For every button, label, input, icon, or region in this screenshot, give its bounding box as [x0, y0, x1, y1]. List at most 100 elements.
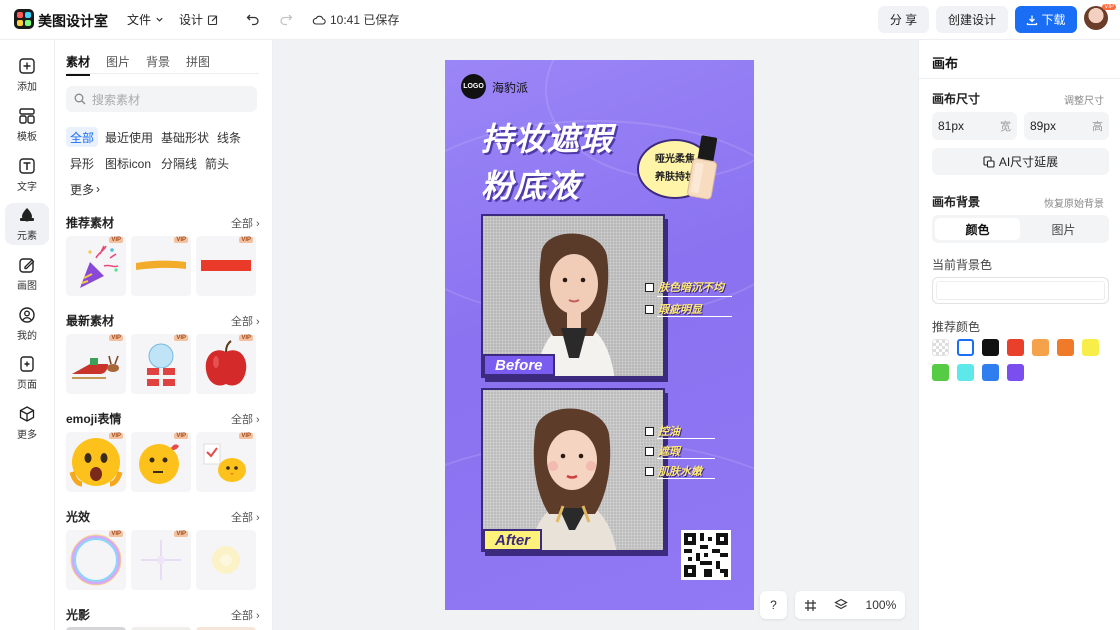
design-menu-label: 设计 [179, 13, 204, 27]
segment-color[interactable]: 颜色 [935, 218, 1020, 240]
current-color-field[interactable] [932, 277, 1109, 304]
ai-resize-button[interactable]: AI尺寸延展 [932, 148, 1109, 175]
avatar[interactable]: VIP [1084, 4, 1116, 30]
swatch-blue[interactable] [982, 364, 999, 381]
zoom-level[interactable]: 100% [866, 598, 897, 612]
after-point[interactable]: 肌肤水嫩 [645, 463, 702, 479]
material-thumb[interactable] [196, 530, 256, 590]
material-thumb[interactable]: VIP [66, 236, 126, 296]
before-point[interactable]: 肤色暗沉不均 [645, 279, 724, 295]
divider [657, 438, 715, 439]
restore-background-link[interactable]: 恢复原始背景 [1044, 195, 1104, 210]
swatch-light-orange[interactable] [1032, 339, 1049, 356]
material-thumb[interactable]: VIP [196, 432, 256, 492]
after-tag[interactable]: After [483, 529, 543, 551]
chip-all[interactable]: 全部 [66, 127, 99, 147]
after-point[interactable]: 遮瑕 [645, 443, 680, 459]
rail-item-more[interactable]: 更多 [5, 402, 49, 444]
download-button[interactable]: 下载 [1015, 6, 1077, 33]
resize-link[interactable]: 调整尺寸 [1064, 92, 1104, 107]
search-input[interactable]: 搜索素材 [66, 86, 257, 112]
chip-recent[interactable]: 最近使用 [101, 127, 157, 147]
grid-icon[interactable] [804, 599, 817, 612]
chip-lines[interactable]: 线条 [213, 127, 245, 147]
redo-icon[interactable] [279, 12, 293, 26]
chip-more[interactable]: 更多 › [66, 179, 104, 199]
layers-icon[interactable] [834, 598, 848, 612]
material-thumb[interactable]: VIP [131, 530, 191, 590]
section-all-link[interactable]: 全部 › [231, 607, 260, 623]
poster-headline-1[interactable]: 持妆遮瑕 [481, 114, 613, 160]
rail-item-label: 元素 [17, 231, 37, 242]
after-point[interactable]: 控油 [645, 423, 680, 439]
create-design-button[interactable]: 创建设计 [936, 6, 1008, 33]
swatch-cyan[interactable] [957, 364, 974, 381]
share-button[interactable]: 分 享 [878, 6, 929, 33]
after-point-text: 遮瑕 [658, 446, 680, 458]
poster-brand[interactable]: 海豹派 [492, 79, 528, 96]
party-popper-icon [80, 245, 119, 288]
file-menu[interactable]: 文件 [127, 11, 164, 28]
swatch-white[interactable] [957, 339, 974, 356]
chip-basic-shapes[interactable]: 基础形状 [157, 127, 213, 147]
vip-badge: VIP [109, 237, 123, 243]
rail-item-label: 更多 [17, 430, 37, 441]
section-all-link[interactable]: 全部 › [231, 215, 260, 231]
segment-image[interactable]: 图片 [1021, 218, 1106, 240]
material-thumb[interactable]: VIP [196, 334, 256, 394]
rail-item-label: 文字 [17, 182, 37, 193]
rail-item-draw[interactable]: 画图 [5, 253, 49, 295]
chip-arrows[interactable]: 箭头 [201, 153, 233, 173]
swatch-purple[interactable] [1007, 364, 1024, 381]
after-photo[interactable] [481, 388, 665, 552]
before-tag[interactable]: Before [483, 354, 555, 376]
rail-item-template[interactable]: 模板 [5, 104, 49, 146]
section-all-link[interactable]: 全部 › [231, 509, 260, 525]
canvas-background-label: 画布背景 [932, 195, 981, 209]
material-thumb[interactable]: VIP [131, 236, 191, 296]
swatch-transparent[interactable] [932, 339, 949, 356]
before-point[interactable]: 瑕疵明显 [645, 301, 702, 317]
swatch-green[interactable] [932, 364, 949, 381]
material-thumb[interactable]: VIP [196, 236, 256, 296]
undo-icon[interactable] [246, 12, 260, 26]
cube-icon [19, 406, 35, 422]
chip-dividers[interactable]: 分隔线 [157, 153, 201, 173]
material-thumb[interactable]: VIP [131, 334, 191, 394]
section-all-label: 全部 [231, 512, 253, 524]
rail-item-add[interactable]: 添加 [5, 54, 49, 96]
poster-headline-2[interactable]: 粉底液 [481, 161, 580, 207]
swatch-yellow[interactable] [1082, 339, 1099, 356]
section-all-link[interactable]: 全部 › [231, 411, 260, 427]
height-field[interactable]: 89px 高 [1024, 112, 1109, 140]
property-panel: 画布 画布尺寸 调整尺寸 81px 宽 89px 高 AI尺寸延展 画布背景 恢… [918, 40, 1120, 630]
after-point-text: 控油 [658, 426, 680, 438]
chip-irregular[interactable]: 异形 [66, 153, 98, 173]
width-field[interactable]: 81px 宽 [932, 112, 1017, 140]
material-thumb[interactable]: VIP [66, 432, 126, 492]
swatch-black[interactable] [982, 339, 999, 356]
poster-logo[interactable]: LOGO [461, 74, 486, 99]
cloud-saved-icon [312, 15, 326, 25]
rail-item-page[interactable]: 页面 [5, 352, 49, 394]
qr-code[interactable] [681, 530, 731, 580]
app-logo-icon[interactable] [14, 9, 34, 29]
qr-code-icon [684, 533, 728, 577]
divider [657, 458, 715, 459]
vip-badge: VIP [174, 531, 188, 537]
section-all-link[interactable]: 全部 › [231, 313, 260, 329]
material-thumb[interactable]: VIP [66, 334, 126, 394]
rail-item-text[interactable]: 文字 [5, 154, 49, 196]
material-thumb[interactable]: VIP [66, 530, 126, 590]
swatch-orange[interactable] [1057, 339, 1074, 356]
rail-item-mine[interactable]: 我的 [5, 303, 49, 345]
poster-canvas[interactable]: LOGO 海豹派 持妆遮瑕 粉底液 哑光柔焦 养肤持妆 Before 肤色暗沉不… [445, 60, 754, 610]
design-menu[interactable]: 设计 [179, 11, 219, 28]
material-thumb[interactable]: VIP [131, 432, 191, 492]
before-point-text: 肤色暗沉不均 [658, 282, 724, 294]
help-button[interactable]: ? [760, 591, 787, 619]
swatch-red[interactable] [1007, 339, 1024, 356]
sparkle-icon [141, 540, 181, 580]
chip-icons[interactable]: 图标icon [101, 153, 155, 173]
rail-item-elements[interactable]: 元素 [5, 203, 49, 245]
